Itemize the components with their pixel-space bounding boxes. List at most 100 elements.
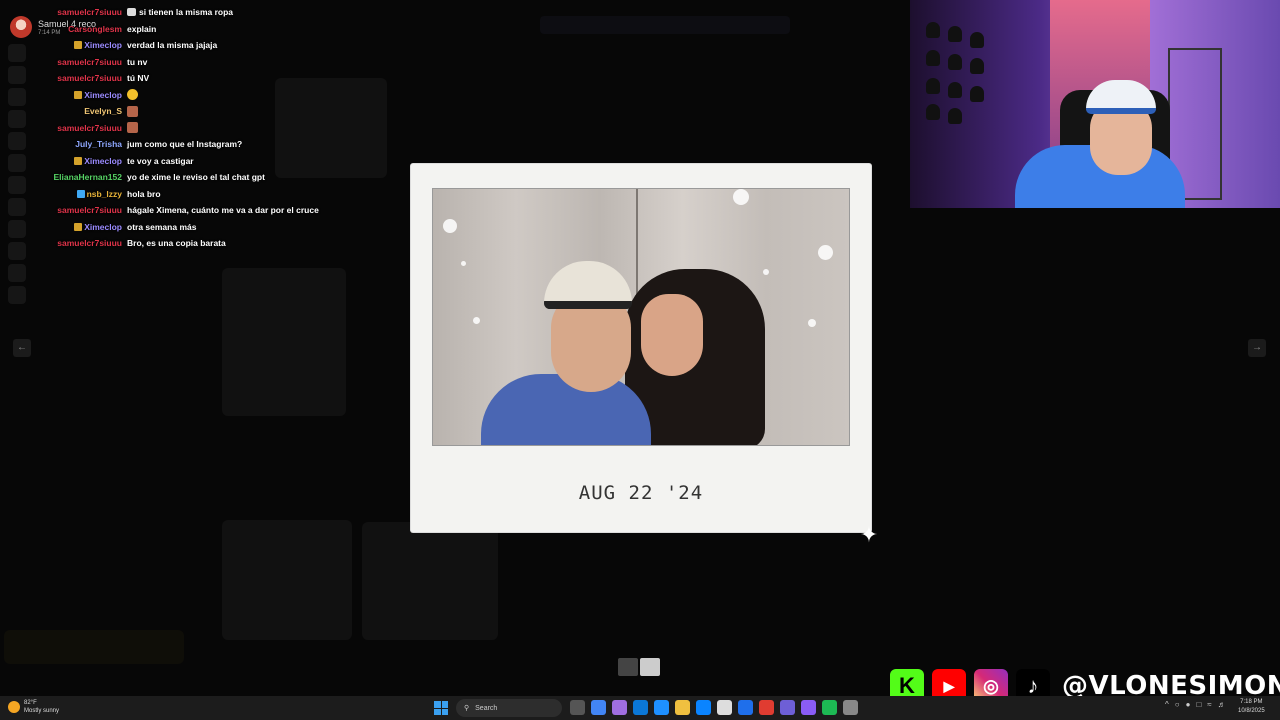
background-card bbox=[4, 630, 184, 664]
taskbar-app-icon[interactable] bbox=[780, 700, 795, 715]
chat-username[interactable]: samuelcr7siuuu bbox=[0, 57, 125, 67]
chat-message: samuelcr7siuuu bbox=[0, 120, 330, 137]
clock-time: 7:18 PM bbox=[1240, 699, 1263, 705]
webcam-feed bbox=[910, 0, 1280, 208]
clock-date: 10/8/2025 bbox=[1238, 708, 1265, 714]
chat-message: July_Trisha jum como que el Instagram? bbox=[0, 136, 330, 153]
chat-text-body: tú NV bbox=[127, 73, 150, 84]
weather-widget[interactable]: 82°F Mostly sunny bbox=[8, 699, 59, 715]
chat-username[interactable]: samuelcr7siuuu bbox=[0, 238, 125, 248]
chat-username[interactable]: Ximeclop bbox=[0, 222, 125, 232]
taskbar-app-icon[interactable] bbox=[654, 700, 669, 715]
username-text: nsb_lzzy bbox=[86, 188, 122, 199]
taskbar-apps bbox=[570, 700, 858, 715]
taskbar-app-icon[interactable] bbox=[717, 700, 732, 715]
username-text: samuelcr7siuuu bbox=[57, 56, 122, 67]
emote-icon bbox=[127, 122, 138, 134]
chat-username[interactable]: Ximeclop bbox=[0, 156, 125, 166]
chat-message: samuelcr7siuuu si tienen la misma ropa bbox=[0, 4, 330, 21]
system-tray: ^ ○ ● □ ≈ ♬ bbox=[1165, 700, 1226, 709]
chat-text-body: otra semana más bbox=[127, 221, 197, 232]
chat-text-body: yo de xime le reviso el tal chat gpt bbox=[127, 172, 265, 183]
taskbar-app-icon[interactable] bbox=[822, 700, 837, 715]
man-shirt bbox=[481, 374, 651, 445]
chat-message: Carsonglesm explain bbox=[0, 21, 330, 38]
monitor-icon[interactable]: □ bbox=[1196, 700, 1201, 709]
chat-username[interactable]: nsb_lzzy bbox=[0, 189, 125, 199]
taskbar-app-icon[interactable] bbox=[633, 700, 648, 715]
chat-text: tu nv bbox=[125, 57, 147, 67]
taskbar-app-icon[interactable] bbox=[675, 700, 690, 715]
taskbar-app-icon[interactable] bbox=[843, 700, 858, 715]
chat-username[interactable]: samuelcr7siuuu bbox=[0, 7, 125, 17]
chat-text: jum como que el Instagram? bbox=[125, 139, 242, 149]
network-icon[interactable]: ○ bbox=[1175, 700, 1180, 709]
username-text: Ximeclop bbox=[84, 89, 122, 100]
photo-caption: AUG 22 '24 bbox=[578, 482, 704, 504]
search-icon: ⚲ bbox=[464, 705, 470, 712]
chat-username[interactable]: samuelcr7siuuu bbox=[0, 205, 125, 215]
chat-text bbox=[125, 89, 141, 101]
taskbar-app-icon[interactable] bbox=[801, 700, 816, 715]
chevron-up-icon[interactable]: ^ bbox=[1165, 700, 1169, 709]
photo-thumbnails bbox=[618, 658, 660, 676]
chat-username[interactable]: Carsonglesm bbox=[0, 24, 125, 34]
next-button[interactable]: → bbox=[1248, 339, 1266, 357]
chat-text bbox=[125, 122, 141, 134]
chat-message: samuelcr7siuuu Bro, es una copia barata bbox=[0, 235, 330, 252]
username-text: samuelcr7siuuu bbox=[57, 122, 122, 133]
chat-text-body: tu nv bbox=[127, 56, 148, 67]
taskbar-app-icon[interactable] bbox=[612, 700, 627, 715]
taskbar: 82°F Mostly sunny ⚲ Search ^ ○ ● □ ≈ ♬ 7… bbox=[0, 696, 1280, 720]
chat-username[interactable]: July_Trisha bbox=[0, 139, 125, 149]
username-text: samuelcr7siuuu bbox=[57, 238, 122, 249]
taskbar-app-icon[interactable] bbox=[570, 700, 585, 715]
sun-icon bbox=[8, 701, 20, 713]
polaroid-modal: AUG 22 '24 bbox=[411, 164, 871, 532]
chat-badge-icon bbox=[74, 222, 83, 231]
windows-start-icon[interactable] bbox=[434, 701, 448, 715]
prev-button[interactable]: ← bbox=[13, 339, 31, 357]
chat-text: si tienen la misma ropa bbox=[125, 7, 233, 17]
chat-text: hola bro bbox=[125, 189, 161, 199]
chat-username[interactable]: Ximeclop bbox=[0, 90, 125, 100]
couple-photo bbox=[432, 188, 850, 446]
username-text: samuelcr7siuuu bbox=[57, 205, 122, 216]
taskbar-app-icon[interactable] bbox=[759, 700, 774, 715]
man-cap bbox=[544, 261, 632, 309]
mic-icon[interactable]: ● bbox=[1186, 700, 1191, 709]
chat-badge-icon bbox=[74, 90, 83, 99]
chat-message: nsb_lzzy hola bro bbox=[0, 186, 330, 203]
thumbnail[interactable] bbox=[618, 658, 638, 676]
search-label: Search bbox=[475, 704, 498, 712]
username-text: ElianaHernan152 bbox=[53, 172, 122, 183]
chat-username[interactable]: Ximeclop bbox=[0, 40, 125, 50]
chat-message: Ximeclop te voy a castigar bbox=[0, 153, 330, 170]
chat-username[interactable]: Evelyn_S bbox=[0, 106, 125, 116]
chat-username[interactable]: samuelcr7siuuu bbox=[0, 123, 125, 133]
chat-text-body: si tienen la misma ropa bbox=[139, 7, 234, 18]
thumbnail[interactable] bbox=[640, 658, 660, 676]
emote-icon bbox=[127, 105, 138, 117]
taskbar-app-icon[interactable] bbox=[696, 700, 711, 715]
chat-message: samuelcr7siuuu hágale Ximena, cuánto me v… bbox=[0, 202, 330, 219]
taskbar-clock[interactable]: 7:18 PM 10/8/2025 bbox=[1238, 698, 1265, 716]
emote-icon bbox=[127, 8, 136, 17]
background-post-image bbox=[222, 268, 346, 416]
chat-text: hágale Ximena, cuánto me va a dar por el… bbox=[125, 205, 319, 215]
chat-username[interactable]: samuelcr7siuuu bbox=[0, 73, 125, 83]
chat-message: samuelcr7siuuu tu nv bbox=[0, 54, 330, 71]
username-text: July_Trisha bbox=[75, 139, 122, 150]
chat-username[interactable]: ElianaHernan152 bbox=[0, 172, 125, 182]
taskbar-app-icon[interactable] bbox=[738, 700, 753, 715]
taskbar-search[interactable]: ⚲ Search bbox=[456, 699, 562, 717]
chat-text bbox=[125, 105, 141, 117]
username-text: samuelcr7siuuu bbox=[57, 73, 122, 84]
chat-text-body: jum como que el Instagram? bbox=[127, 139, 243, 150]
chat-text-body: hola bro bbox=[127, 188, 161, 199]
volume-icon[interactable]: ♬ bbox=[1218, 700, 1226, 709]
chat-message: samuelcr7siuuu tú NV bbox=[0, 70, 330, 87]
wifi-icon[interactable]: ≈ bbox=[1207, 700, 1211, 709]
sparkle-icon: ✦ bbox=[859, 522, 879, 547]
taskbar-app-icon[interactable] bbox=[591, 700, 606, 715]
